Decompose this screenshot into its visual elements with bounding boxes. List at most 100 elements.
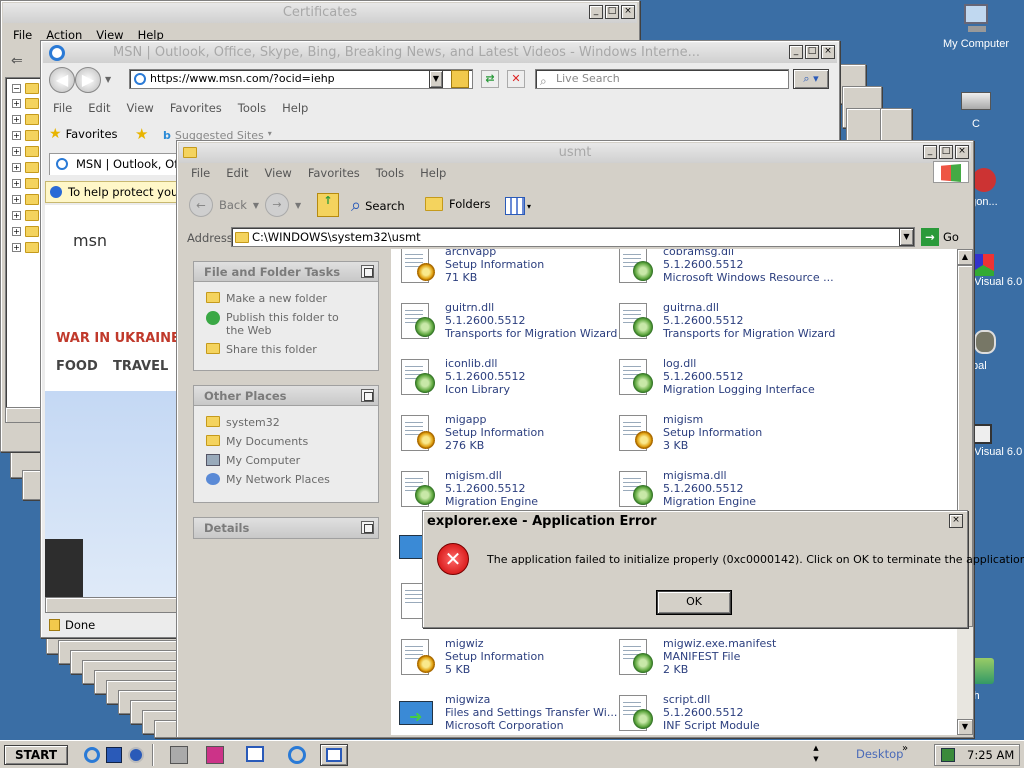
up-folder-button[interactable]: ↑ — [317, 193, 339, 217]
expand-icon[interactable]: + — [12, 243, 21, 252]
expand-icon[interactable]: + — [12, 227, 21, 236]
recent-pages-dropdown-icon[interactable]: ▼ — [105, 75, 111, 84]
menu-file[interactable]: File — [13, 28, 32, 42]
minimize-button[interactable]: _ — [589, 5, 603, 19]
travel-link[interactable]: TRAVEL — [113, 359, 168, 374]
expand-icon[interactable]: + — [12, 163, 21, 172]
clock[interactable]: 7:25 AM — [967, 748, 1014, 762]
horizontal-scrollbar[interactable] — [5, 407, 45, 423]
panel-header[interactable]: Details — [194, 518, 378, 538]
tree-node[interactable]: + — [12, 162, 39, 173]
taskbar-app-2-icon[interactable] — [206, 746, 224, 764]
my-computer-link[interactable]: My Computer — [206, 454, 378, 467]
lock-icon[interactable] — [451, 70, 469, 88]
taskbar-ie-icon[interactable] — [288, 746, 306, 764]
taskbar-app-3-icon[interactable] — [246, 746, 264, 762]
search-go-button[interactable]: ⌕ ▾ — [793, 69, 829, 89]
msn-logo[interactable]: msn — [73, 231, 107, 250]
desktop-icon-flash[interactable]: sh — [968, 658, 1024, 702]
ok-button[interactable]: OK — [656, 590, 732, 615]
menu-favorites[interactable]: Favorites — [308, 166, 360, 180]
info-bar[interactable]: To help protect your se — [45, 181, 185, 203]
desktop-icon-my-computer[interactable]: My Computer — [936, 4, 1016, 50]
add-favorites-icon[interactable]: ★ — [135, 125, 148, 143]
collapse-icon[interactable] — [361, 521, 374, 534]
minimize-button[interactable]: _ — [789, 45, 803, 59]
file-item[interactable]: migapp Setup Information 276 KB — [395, 413, 544, 457]
expand-icon[interactable]: + — [12, 115, 21, 124]
maximize-button[interactable]: □ — [939, 145, 953, 159]
menu-tools[interactable]: Tools — [376, 166, 404, 180]
file-item[interactable]: ➜ migwiza Files and Settings Transfer Wi..… — [395, 693, 617, 735]
file-item[interactable]: guitrna.dll 5.1.2600.5512 Transports for M… — [613, 301, 835, 345]
expand-icon[interactable]: + — [12, 131, 21, 140]
panel-header[interactable]: Other Places — [194, 386, 378, 406]
menu-favorites[interactable]: Favorites — [170, 101, 222, 115]
menu-help[interactable]: Help — [282, 101, 308, 115]
file-item[interactable]: log.dll 5.1.2600.5512 Migration Logging In… — [613, 357, 815, 401]
maximize-button[interactable]: □ — [605, 5, 619, 19]
close-button[interactable]: × — [621, 5, 635, 19]
tree-node[interactable]: + — [12, 98, 39, 109]
quick-launch-media-icon[interactable] — [128, 747, 144, 763]
war-in-ukraine-link[interactable]: WAR IN UKRAINE — [56, 331, 180, 346]
panel-header[interactable]: File and Folder Tasks — [194, 262, 378, 282]
scroll-arrows[interactable]: ▲ ▼ — [808, 743, 824, 767]
horizontal-scrollbar[interactable] — [45, 597, 185, 613]
back-button[interactable]: ◀ — [49, 67, 75, 93]
stop-button[interactable]: ✕ — [507, 70, 525, 88]
address-field[interactable]: C:\WINDOWS\system32\usmt — [231, 227, 915, 247]
browser-tab[interactable]: MSN | Outlook, Office — [49, 153, 189, 175]
address-dropdown-button[interactable]: ▼ — [899, 228, 914, 246]
back-button[interactable]: ← Back ▼ — [189, 193, 259, 217]
toolbar-chevron-icon[interactable]: » — [902, 743, 908, 754]
file-item[interactable]: guitrn.dll 5.1.2600.5512 Transports for Mi… — [395, 301, 617, 345]
close-button[interactable]: × — [949, 514, 963, 528]
scroll-up-button[interactable]: ▲ — [957, 249, 973, 265]
file-item[interactable]: migism.dll 5.1.2600.5512 Migration Engine — [395, 469, 538, 513]
my-documents-link[interactable]: My Documents — [206, 435, 378, 448]
desktop-toolbar-label[interactable]: Desktop — [856, 747, 903, 761]
file-item[interactable]: archvapp Setup Information 71 KB — [395, 249, 544, 289]
food-link[interactable]: FOOD — [56, 359, 98, 374]
forward-button[interactable]: → ▼ — [265, 193, 301, 217]
tree-node[interactable]: + — [12, 178, 39, 189]
network-tray-icon[interactable] — [941, 748, 955, 762]
file-item[interactable]: migism Setup Information 3 KB — [613, 413, 762, 457]
quick-launch-ie-icon[interactable] — [84, 747, 100, 763]
taskbar-window-button[interactable] — [320, 744, 348, 766]
desktop-icon-visual-1[interactable]: t Visual 6.0 — [968, 254, 1024, 288]
tree-node[interactable]: + — [12, 114, 39, 125]
expand-icon[interactable]: + — [12, 147, 21, 156]
menu-edit[interactable]: Edit — [226, 166, 248, 180]
expand-icon[interactable]: + — [12, 179, 21, 188]
file-item[interactable]: migisma.dll 5.1.2600.5512 Migration Engine — [613, 469, 756, 513]
my-network-places-link[interactable]: My Network Places — [206, 473, 378, 486]
views-button[interactable]: ▾ — [505, 195, 537, 217]
desktop-icon-visual-2[interactable]: t Visual 6.0 — [968, 424, 1024, 458]
quick-launch-desktop-icon[interactable] — [106, 747, 122, 763]
file-item[interactable]: iconlib.dll 5.1.2600.5512 Icon Library — [395, 357, 525, 401]
collapse-icon[interactable] — [361, 265, 374, 278]
menu-tools[interactable]: Tools — [238, 101, 266, 115]
folders-button[interactable]: Folders — [425, 197, 491, 211]
maximize-button[interactable]: □ — [805, 45, 819, 59]
publish-folder-link[interactable]: Publish this folder to the Web — [206, 311, 378, 337]
vertical-scrollbar[interactable]: ▲ ▼ — [957, 249, 973, 735]
menu-file[interactable]: File — [191, 166, 210, 180]
favorites-button[interactable]: ★ Favorites — [49, 126, 118, 142]
menu-edit[interactable]: Edit — [88, 101, 110, 115]
menu-view[interactable]: View — [127, 101, 154, 115]
file-item[interactable]: script.dll 5.1.2600.5512 INF Script Module — [613, 693, 760, 735]
go-button[interactable]: → Go — [921, 228, 959, 246]
tree-node[interactable]: + — [12, 146, 39, 157]
taskbar-app-1-icon[interactable] — [170, 746, 188, 764]
file-item[interactable]: migwiz.exe.manifest MANIFEST File 2 KB — [613, 637, 776, 681]
menu-help[interactable]: Help — [420, 166, 446, 180]
expand-icon[interactable]: − — [12, 84, 21, 93]
search-button[interactable]: ⌕ Search — [351, 195, 405, 216]
collapse-icon[interactable] — [361, 389, 374, 402]
menu-view[interactable]: View — [265, 166, 292, 180]
tree-node[interactable]: + — [12, 194, 39, 205]
desktop-icon-drive-c[interactable]: C — [936, 92, 1016, 130]
